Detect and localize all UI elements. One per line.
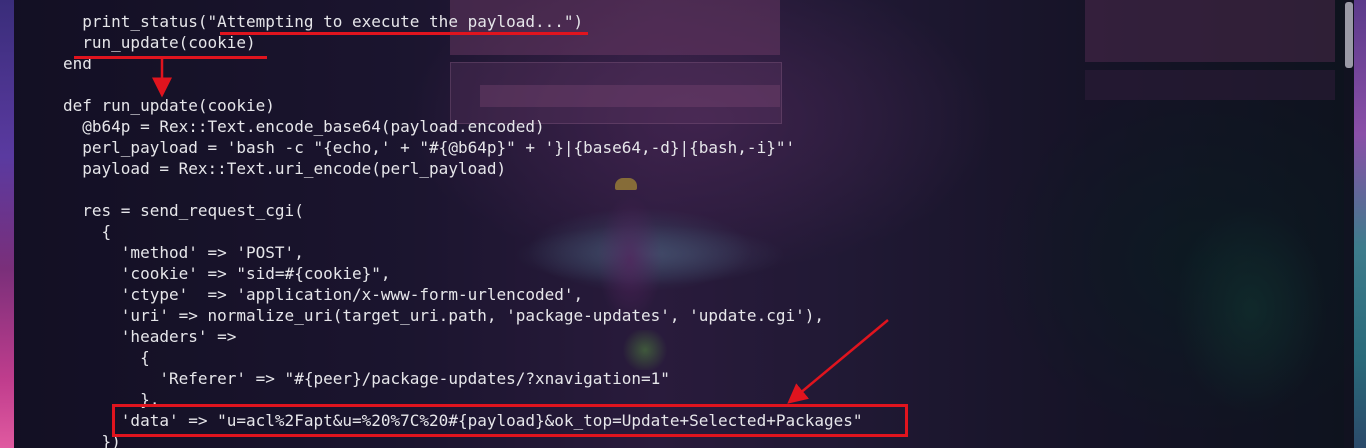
terminal-screenshot: print_status("Attempting to execute the … [0,0,1366,448]
data-line-arrow [787,319,889,404]
annotation-arrows [152,59,889,404]
